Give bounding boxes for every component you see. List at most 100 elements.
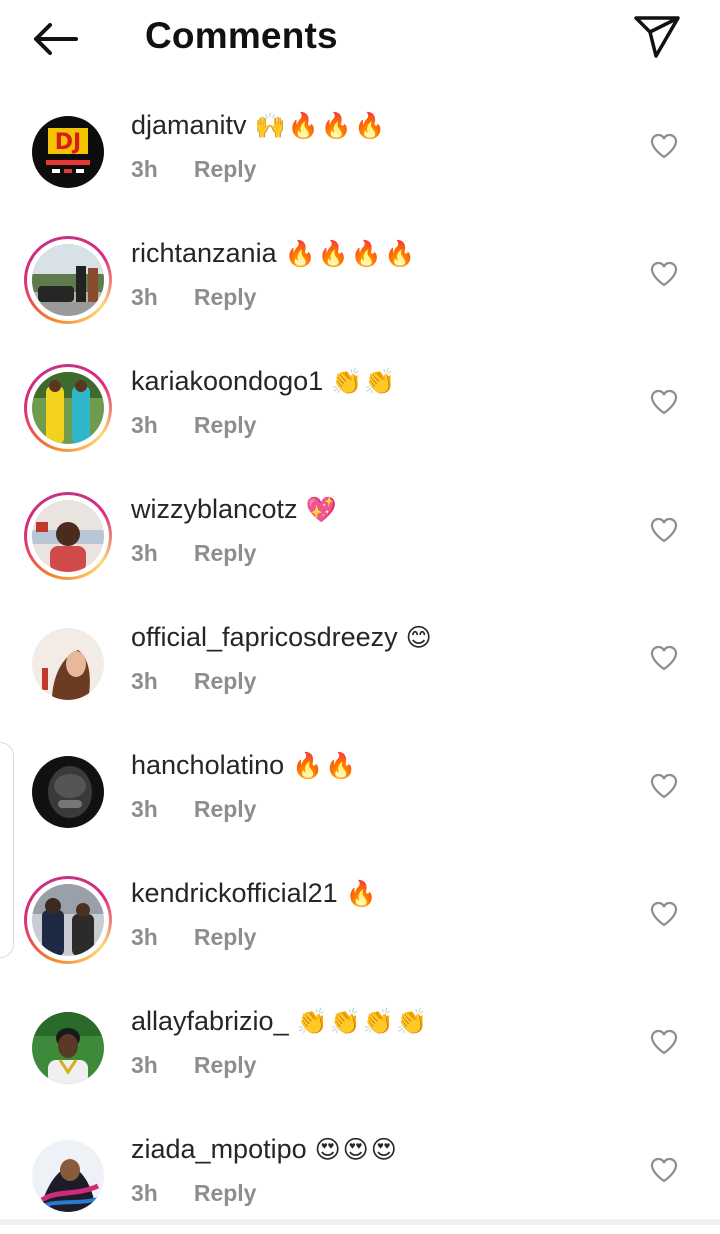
reply-button[interactable]: Reply — [194, 284, 257, 310]
avatar[interactable] — [32, 1140, 104, 1212]
comment-row: allayfabrizio_ 👏👏👏👏 3h Reply — [0, 978, 720, 1106]
avatar-story-ring[interactable] — [24, 492, 112, 580]
comment-row: kariakoondogo1 👏👏 3h Reply — [0, 338, 720, 466]
reply-button[interactable]: Reply — [194, 668, 257, 694]
heart-icon[interactable] — [649, 516, 679, 544]
comment-meta: 3h Reply — [131, 924, 256, 951]
avatar[interactable]: DJ — [32, 116, 104, 188]
heart-icon[interactable] — [649, 644, 679, 672]
dj-logo-avatar: DJ — [32, 116, 104, 188]
comment-text: hancholatino 🔥🔥 — [131, 750, 358, 781]
comment-meta: 3h Reply — [131, 540, 256, 567]
heart-icon[interactable] — [649, 388, 679, 416]
comment-emojis: 🙌🔥🔥🔥 — [254, 111, 388, 140]
comment-row: official_fapricosdreezy 😊 3h Reply — [0, 594, 720, 722]
avatar-story-ring[interactable] — [24, 236, 112, 324]
comment-time: 3h — [131, 924, 158, 950]
comment-emojis: 🔥🔥 — [292, 751, 359, 780]
reply-button[interactable]: Reply — [194, 540, 257, 566]
comment-row: ziada_mpotipo 😍😍😍 3h Reply — [0, 1106, 720, 1234]
comment-meta: 3h Reply — [131, 156, 256, 183]
comment-meta: 3h Reply — [131, 412, 256, 439]
reply-button[interactable]: Reply — [194, 1180, 257, 1206]
heart-icon[interactable] — [649, 132, 679, 160]
photo-avatar — [32, 884, 104, 956]
bottom-divider — [0, 1219, 720, 1225]
avatar-story-ring[interactable] — [24, 876, 112, 964]
comment-text: allayfabrizio_ 👏👏👏👏 — [131, 1006, 429, 1037]
comment-row: kendrickofficial21 🔥 3h Reply — [0, 850, 720, 978]
comment-time: 3h — [131, 284, 158, 310]
comment-row: richtanzania 🔥🔥🔥🔥 3h Reply — [0, 210, 720, 338]
comment-emojis: 🔥 — [345, 879, 379, 908]
top-bar: Comments — [0, 0, 720, 78]
comment-text: djamanitv 🙌🔥🔥🔥 — [131, 110, 387, 141]
comment-text: ziada_mpotipo 😍😍😍 — [131, 1134, 399, 1165]
comment-meta: 3h Reply — [131, 796, 256, 823]
reply-button[interactable]: Reply — [194, 412, 257, 438]
comment-text: kariakoondogo1 👏👏 — [131, 366, 397, 397]
comment-meta: 3h Reply — [131, 1052, 256, 1079]
avatar[interactable] — [32, 628, 104, 700]
photo-avatar — [32, 372, 104, 444]
comment-time: 3h — [131, 668, 158, 694]
comment-meta: 3h Reply — [131, 668, 256, 695]
comment-username[interactable]: ziada_mpotipo — [131, 1134, 307, 1164]
comment-username[interactable]: kariakoondogo1 — [131, 366, 323, 396]
comment-emojis: 😊 — [405, 623, 434, 652]
reply-button[interactable]: Reply — [194, 156, 257, 182]
edge-panel-handle[interactable] — [0, 742, 14, 958]
comment-row: hancholatino 🔥🔥 3h Reply — [0, 722, 720, 850]
reply-button[interactable]: Reply — [194, 1052, 257, 1078]
avatar[interactable] — [32, 1012, 104, 1084]
comment-time: 3h — [131, 796, 158, 822]
comment-username[interactable]: djamanitv — [131, 110, 247, 140]
comment-text: official_fapricosdreezy 😊 — [131, 622, 434, 653]
comment-username[interactable]: richtanzania — [131, 238, 277, 268]
comment-time: 3h — [131, 540, 158, 566]
comment-text: wizzyblancotz 💖 — [131, 494, 339, 525]
heart-icon[interactable] — [649, 1156, 679, 1184]
photo-avatar — [32, 1012, 104, 1084]
back-button[interactable] — [26, 14, 86, 64]
comment-row: DJ djamanitv 🙌🔥🔥🔥 3h Reply — [0, 82, 720, 210]
photo-avatar — [32, 628, 104, 700]
avatar[interactable] — [32, 756, 104, 828]
comment-emojis: 💖 — [305, 495, 339, 524]
comment-username[interactable]: wizzyblancotz — [131, 494, 298, 524]
comment-time: 3h — [131, 412, 158, 438]
heart-icon[interactable] — [649, 900, 679, 928]
comment-text: kendrickofficial21 🔥 — [131, 878, 379, 909]
comment-username[interactable]: allayfabrizio_ — [131, 1006, 289, 1036]
photo-avatar — [32, 500, 104, 572]
arrow-left-icon — [34, 23, 78, 55]
paper-plane-icon — [634, 16, 680, 58]
photo-avatar — [32, 244, 104, 316]
comment-username[interactable]: hancholatino — [131, 750, 284, 780]
comment-meta: 3h Reply — [131, 1180, 256, 1207]
share-button[interactable] — [628, 10, 688, 62]
comment-emojis: 👏👏 — [331, 367, 398, 396]
comment-username[interactable]: official_fapricosdreezy — [131, 622, 398, 652]
comment-time: 3h — [131, 156, 158, 182]
reply-button[interactable]: Reply — [194, 924, 257, 950]
avatar-story-ring[interactable] — [24, 364, 112, 452]
comment-username[interactable]: kendrickofficial21 — [131, 878, 338, 908]
comments-list: DJ djamanitv 🙌🔥🔥🔥 3h Reply richtanzania … — [0, 82, 720, 1234]
comment-time: 3h — [131, 1180, 158, 1206]
photo-avatar — [32, 756, 104, 828]
comment-text: richtanzania 🔥🔥🔥🔥 — [131, 238, 417, 269]
heart-icon[interactable] — [649, 260, 679, 288]
page-title: Comments — [145, 15, 338, 56]
svg-text:DJ: DJ — [55, 130, 81, 155]
comment-emojis: 😍😍😍 — [314, 1135, 399, 1164]
heart-icon[interactable] — [649, 772, 679, 800]
reply-button[interactable]: Reply — [194, 796, 257, 822]
comment-emojis: 🔥🔥🔥🔥 — [284, 239, 418, 268]
comment-time: 3h — [131, 1052, 158, 1078]
comment-row: wizzyblancotz 💖 3h Reply — [0, 466, 720, 594]
heart-icon[interactable] — [649, 1028, 679, 1056]
comment-meta: 3h Reply — [131, 284, 256, 311]
photo-avatar — [32, 1140, 104, 1212]
comment-emojis: 👏👏👏👏 — [296, 1007, 430, 1036]
